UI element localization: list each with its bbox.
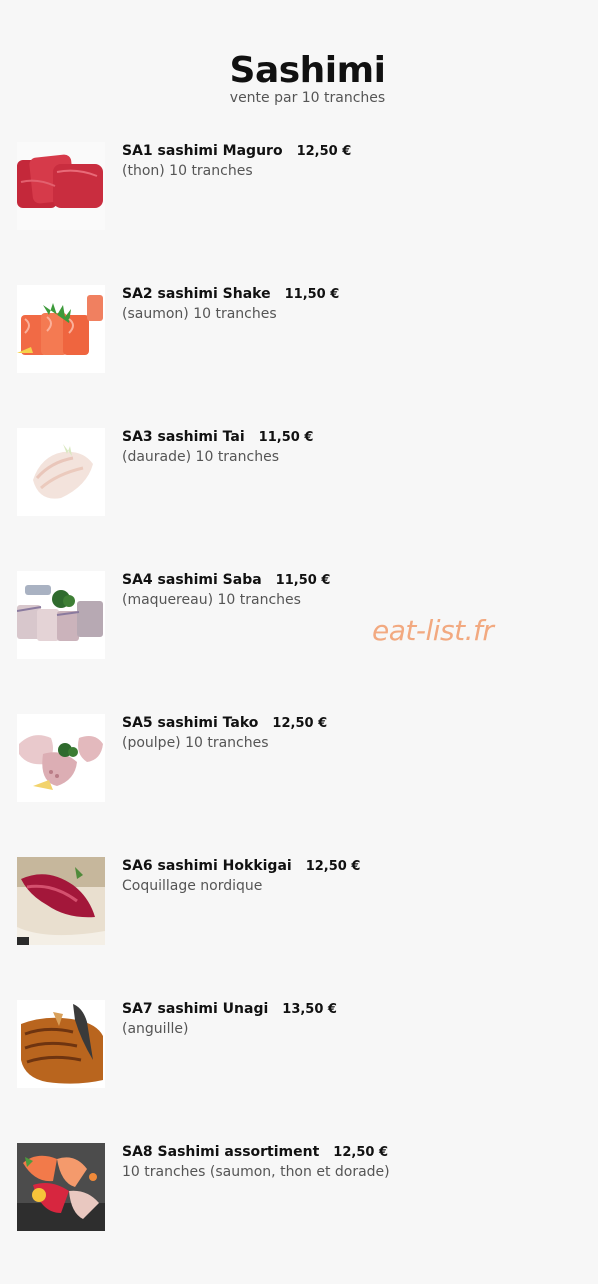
surf-clam-sashimi-image (17, 857, 105, 945)
item-name: SA2 sashimi Shake (122, 286, 271, 302)
assorted-sashimi-image (17, 1143, 105, 1231)
item-name: SA1 sashimi Maguro (122, 143, 283, 159)
page-subtitle: vente par 10 tranches (229, 90, 386, 106)
tuna-sashimi-image (17, 142, 105, 230)
menu-item-sa3[interactable]: SA3 sashimi Tai 11,50 € (daurade) 10 tran… (17, 428, 577, 518)
page-header: Sashimi vente par 10 tranches (0, 50, 598, 106)
salmon-sashimi-image (17, 285, 105, 373)
item-price: 11,50 € (275, 573, 331, 588)
menu-item-sa6[interactable]: SA6 sashimi Hokkigai 12,50 € Coquillage n… (17, 857, 577, 947)
item-name: SA3 sashimi Tai (122, 429, 245, 445)
item-price: 13,50 € (282, 1002, 337, 1017)
item-price: 12,50 € (305, 859, 361, 874)
item-description: (maquereau) 10 tranches (122, 592, 301, 608)
item-name: SA6 sashimi Hokkigai (122, 858, 292, 874)
page-title: Sashimi (229, 50, 386, 91)
menu-item-sa8[interactable]: SA8 Sashimi assortiment 12,50 € 10 tranch… (17, 1143, 577, 1233)
menu-item-sa2[interactable]: SA2 sashimi Shake 11,50 € (saumon) 10 tra… (17, 285, 577, 375)
item-description: 10 tranches (saumon, thon et dorade) (122, 1164, 390, 1180)
item-description: (thon) 10 tranches (122, 163, 253, 179)
item-description: Coquillage nordique (122, 878, 263, 894)
item-name: SA5 sashimi Tako (122, 715, 259, 731)
item-description: (anguille) (122, 1021, 189, 1037)
item-price: 11,50 € (258, 430, 314, 445)
item-price: 12,50 € (272, 716, 328, 731)
item-price: 12,50 € (333, 1145, 388, 1160)
item-price: 11,50 € (284, 287, 340, 302)
octopus-sashimi-image (17, 714, 105, 802)
mackerel-sashimi-image (17, 571, 105, 659)
item-name: SA7 sashimi Unagi (122, 1001, 269, 1017)
item-description: (daurade) 10 tranches (122, 449, 279, 465)
item-description: (saumon) 10 tranches (122, 306, 277, 322)
menu-item-sa1[interactable]: SA1 sashimi Maguro 12,50 € (thon) 10 tran… (17, 142, 577, 232)
item-price: 12,50 € (296, 144, 352, 159)
item-description: (poulpe) 10 tranches (122, 735, 269, 751)
menu-item-sa5[interactable]: SA5 sashimi Tako 12,50 € (poulpe) 10 tran… (17, 714, 577, 804)
item-name: SA4 sashimi Saba (122, 572, 262, 588)
sea-bream-sashimi-image (17, 428, 105, 516)
watermark: eat-list.fr (372, 614, 494, 647)
item-name: SA8 Sashimi assortiment (122, 1144, 320, 1160)
eel-sashimi-image (17, 1000, 105, 1088)
menu-item-sa7[interactable]: SA7 sashimi Unagi 13,50 € (anguille) (17, 1000, 577, 1090)
